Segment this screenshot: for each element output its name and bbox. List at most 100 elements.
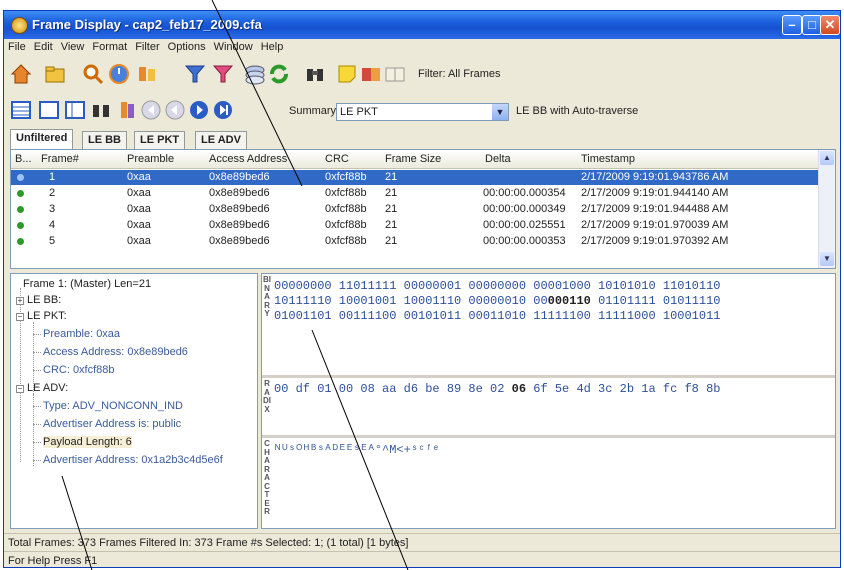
decode-tree-pane: Frame 1: (Master) Len=21 + LE BB: − LE P… bbox=[10, 273, 258, 529]
character-pane: CHARACTER ᴺᵁˢᴼᴴᴮˢᴬᴰᴱᴱˢᴱᴬ°^M<+ˢᶜᶠᵉ bbox=[262, 438, 835, 528]
binary-highlight: 000110 bbox=[547, 294, 591, 308]
split-pane-icon[interactable] bbox=[64, 99, 86, 121]
cell-crc: 0xfcf88b bbox=[325, 203, 367, 215]
binary-pane-label: BINARY bbox=[263, 275, 271, 318]
tree-node-access-address[interactable]: Access Address: 0x8e89bed6 bbox=[43, 346, 188, 358]
chevron-down-icon[interactable]: ▼ bbox=[492, 104, 508, 120]
single-pane-icon[interactable] bbox=[38, 99, 60, 121]
menu-view[interactable]: View bbox=[57, 39, 89, 53]
cell-frame: 4 bbox=[49, 219, 56, 231]
binoculars-icon[interactable] bbox=[304, 63, 326, 85]
column-header-preamble[interactable]: Preamble bbox=[127, 153, 174, 165]
cell-delta: 00:00:00.000353 bbox=[483, 235, 566, 247]
grid-vertical-scrollbar[interactable]: ▲ ▼ bbox=[818, 150, 835, 268]
cell-frame-size: 21 bbox=[385, 219, 398, 231]
frame-count-status-bar: Total Frames: 373 Frames Filtered In: 37… bbox=[4, 533, 840, 552]
scroll-down-icon[interactable]: ▼ bbox=[820, 252, 834, 266]
table-row[interactable]: 1 0xaa 0x8e89bed6 0xfcf88b 21 2/17/2009 … bbox=[11, 170, 821, 185]
tab-le-adv[interactable]: LE ADV bbox=[195, 131, 247, 149]
column-header-crc[interactable]: CRC bbox=[325, 153, 349, 165]
status-dot-icon bbox=[17, 222, 24, 229]
next-frame-icon[interactable] bbox=[188, 99, 210, 121]
maximize-button[interactable]: □ bbox=[802, 15, 822, 35]
status-dot-icon bbox=[17, 206, 24, 213]
table-row[interactable]: 5 0xaa 0x8e89bed6 0xfcf88b 21 00:00:00.0… bbox=[11, 234, 821, 249]
find-frame-icon[interactable] bbox=[90, 99, 112, 121]
note-icon[interactable] bbox=[336, 63, 358, 85]
tree-node-type[interactable]: Type: ADV_NONCONN_IND bbox=[43, 400, 183, 412]
tree-node-advertiser-address-type[interactable]: Advertiser Address is: public bbox=[43, 418, 181, 430]
column-header-access-address[interactable]: Access Address bbox=[209, 153, 287, 165]
bookmark-nav-icon[interactable] bbox=[116, 99, 138, 121]
table-row[interactable]: 2 0xaa 0x8e89bed6 0xfcf88b 21 00:00:00.0… bbox=[11, 186, 821, 201]
tree-node-advertiser-address[interactable]: Advertiser Address: 0x1a2b3c4d5e6f bbox=[43, 454, 223, 466]
character-pane-label: CHARACTER bbox=[264, 439, 270, 516]
tree-node-payload-length[interactable]: Payload Length: 6 bbox=[43, 436, 132, 448]
collapse-minus-icon[interactable]: − bbox=[16, 313, 24, 321]
tree-node-le-bb[interactable]: LE BB: bbox=[27, 294, 61, 306]
clock-icon[interactable] bbox=[108, 63, 130, 85]
menu-file[interactable]: File bbox=[4, 39, 30, 53]
cell-preamble: 0xaa bbox=[127, 187, 151, 199]
column-header-timestamp[interactable]: Timestamp bbox=[581, 153, 635, 165]
book-open-icon[interactable] bbox=[360, 63, 382, 85]
column-header-bookmark[interactable]: B... bbox=[15, 153, 32, 165]
main-toolbar: Filter: All Frames bbox=[4, 59, 840, 89]
menu-filter[interactable]: Filter bbox=[131, 39, 163, 53]
menu-help[interactable]: Help bbox=[257, 39, 288, 53]
hex-pane: RADIX 00 df 01 00 08 aa d6 be 89 8e 02 0… bbox=[262, 378, 835, 438]
menu-options[interactable]: Options bbox=[164, 39, 210, 53]
first-frame-icon[interactable] bbox=[140, 99, 162, 121]
binary-pane: BINARY 00000000 11011111 00000001 000000… bbox=[262, 274, 835, 378]
book-icon[interactable] bbox=[384, 63, 406, 85]
tab-le-bb[interactable]: LE BB bbox=[82, 131, 127, 149]
table-row[interactable]: 3 0xaa 0x8e89bed6 0xfcf88b 21 00:00:00.0… bbox=[11, 202, 821, 217]
tab-unfiltered[interactable]: Unfiltered bbox=[10, 129, 74, 149]
open-folder-icon[interactable] bbox=[44, 63, 66, 85]
title-bar[interactable]: Frame Display - cap2_feb17_2009.cfa – □ … bbox=[4, 11, 840, 39]
tree-node-preamble[interactable]: Preamble: 0xaa bbox=[43, 328, 120, 340]
binary-line-1: 00000000 11011111 00000001 00000000 0000… bbox=[274, 279, 721, 293]
data-panes: BINARY 00000000 11011111 00000001 000000… bbox=[261, 273, 836, 529]
column-header-frame[interactable]: Frame# bbox=[41, 153, 79, 165]
cell-timestamp: 2/17/2009 9:19:01.944140 AM bbox=[581, 187, 729, 199]
refresh-icon[interactable] bbox=[268, 63, 290, 85]
minimize-button[interactable]: – bbox=[782, 15, 802, 35]
expand-plus-icon[interactable]: + bbox=[16, 297, 24, 305]
tree-guide-line bbox=[33, 352, 41, 353]
bookmark-icon[interactable] bbox=[136, 63, 158, 85]
tree-node-le-adv[interactable]: LE ADV: bbox=[27, 382, 68, 394]
cell-frame: 2 bbox=[49, 187, 56, 199]
cell-frame-size: 21 bbox=[385, 235, 398, 247]
status-dot-icon bbox=[17, 174, 24, 181]
menu-edit[interactable]: Edit bbox=[30, 39, 57, 53]
cell-access-address: 0x8e89bed6 bbox=[209, 171, 270, 183]
menu-window[interactable]: Window bbox=[210, 39, 257, 53]
hex-highlight: 06 bbox=[511, 382, 527, 396]
menu-format[interactable]: Format bbox=[88, 39, 131, 53]
find-icon[interactable] bbox=[82, 63, 104, 85]
filter-clear-icon[interactable] bbox=[212, 63, 234, 85]
tab-le-pkt[interactable]: LE PKT bbox=[134, 131, 186, 149]
summary-select[interactable]: LE PKT ▼ bbox=[336, 103, 509, 121]
tree-node-crc[interactable]: CRC: 0xfcf88b bbox=[43, 364, 115, 376]
cell-preamble: 0xaa bbox=[127, 171, 151, 183]
layers-icon[interactable] bbox=[244, 63, 266, 85]
tree-node-frame[interactable]: Frame 1: (Master) Len=21 bbox=[23, 278, 151, 290]
cell-access-address: 0x8e89bed6 bbox=[209, 219, 270, 231]
last-frame-icon[interactable] bbox=[212, 99, 234, 121]
cell-access-address: 0x8e89bed6 bbox=[209, 187, 270, 199]
collapse-minus-icon[interactable]: − bbox=[16, 385, 24, 393]
column-header-frame-size[interactable]: Frame Size bbox=[385, 153, 441, 165]
column-header-delta[interactable]: Delta bbox=[485, 153, 511, 165]
filter-icon[interactable] bbox=[184, 63, 206, 85]
home-icon[interactable] bbox=[10, 63, 32, 85]
summary-pane-icon[interactable] bbox=[10, 99, 32, 121]
tree-node-le-pkt[interactable]: LE PKT: bbox=[27, 310, 67, 322]
table-row[interactable]: 4 0xaa 0x8e89bed6 0xfcf88b 21 00:00:00.0… bbox=[11, 218, 821, 233]
tree-guide-line bbox=[33, 334, 41, 335]
close-button[interactable]: ✕ bbox=[820, 15, 840, 35]
scroll-up-icon[interactable]: ▲ bbox=[820, 151, 834, 165]
previous-frame-icon[interactable] bbox=[164, 99, 186, 121]
tree-guide-line bbox=[33, 424, 41, 425]
